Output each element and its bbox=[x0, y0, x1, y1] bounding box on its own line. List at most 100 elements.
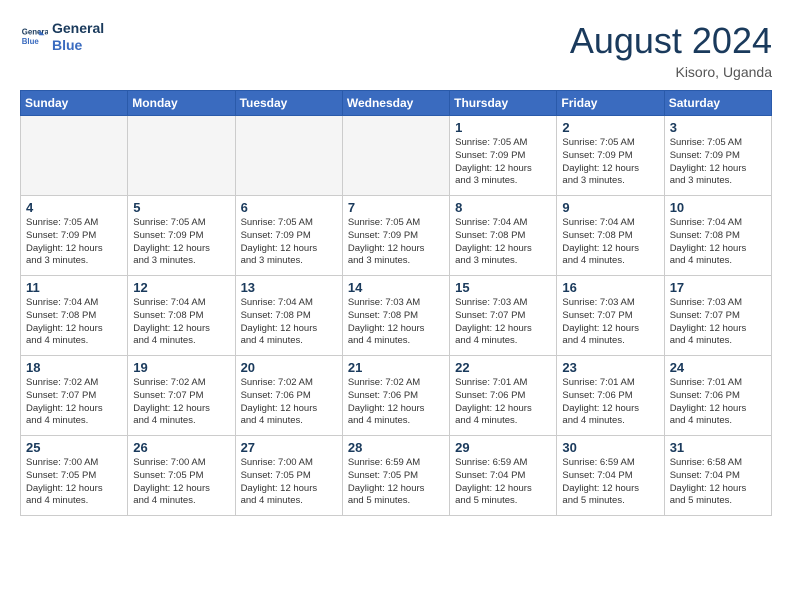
day-info: Sunrise: 7:05 AM Sunset: 7:09 PM Dayligh… bbox=[562, 137, 658, 188]
day-info: Sunrise: 6:58 AM Sunset: 7:04 PM Dayligh… bbox=[670, 457, 766, 508]
day-info: Sunrise: 7:04 AM Sunset: 7:08 PM Dayligh… bbox=[26, 297, 122, 348]
calendar-cell: 20Sunrise: 7:02 AM Sunset: 7:06 PM Dayli… bbox=[235, 356, 342, 436]
day-number: 10 bbox=[670, 200, 766, 215]
day-info: Sunrise: 7:04 AM Sunset: 7:08 PM Dayligh… bbox=[562, 217, 658, 268]
calendar-week-1: 1 Sunrise: 7:05 AM Sunset: 7:09 PM Daylig… bbox=[21, 116, 772, 196]
title-block: August 2024 Kisoro, Uganda bbox=[570, 20, 772, 80]
logo-text: General Blue bbox=[52, 20, 104, 54]
day-number: 21 bbox=[348, 360, 444, 375]
day-info: Sunrise: 7:02 AM Sunset: 7:07 PM Dayligh… bbox=[133, 377, 229, 428]
day-number: 6 bbox=[241, 200, 337, 215]
day-info: Sunrise: 7:00 AM Sunset: 7:05 PM Dayligh… bbox=[26, 457, 122, 508]
day-info: Sunrise: 7:04 AM Sunset: 7:08 PM Dayligh… bbox=[670, 217, 766, 268]
day-info: Sunrise: 7:01 AM Sunset: 7:06 PM Dayligh… bbox=[670, 377, 766, 428]
day-number: 14 bbox=[348, 280, 444, 295]
calendar-cell: 26 Sunrise: 7:00 AM Sunset: 7:05 PM Dayli… bbox=[128, 436, 235, 516]
calendar-cell: 12 Sunrise: 7:04 AM Sunset: 7:08 PM Dayli… bbox=[128, 276, 235, 356]
day-number: 16 bbox=[562, 280, 658, 295]
day-number: 27 bbox=[241, 440, 337, 455]
day-info: Sunrise: 7:04 AM Sunset: 7:08 PM Dayligh… bbox=[133, 297, 229, 348]
day-info: Sunrise: 6:59 AM Sunset: 7:04 PM Dayligh… bbox=[562, 457, 658, 508]
page-header: General Blue General Blue August 2024 Ki… bbox=[20, 20, 772, 80]
day-number: 3 bbox=[670, 120, 766, 135]
day-header-wednesday: Wednesday bbox=[342, 91, 449, 116]
day-number: 20 bbox=[241, 360, 337, 375]
logo: General Blue General Blue bbox=[20, 20, 104, 54]
day-number: 9 bbox=[562, 200, 658, 215]
calendar-cell: 11 Sunrise: 7:04 AM Sunset: 7:08 PM Dayli… bbox=[21, 276, 128, 356]
day-info: Sunrise: 7:04 AM Sunset: 7:08 PM Dayligh… bbox=[241, 297, 337, 348]
day-number: 18 bbox=[26, 360, 122, 375]
calendar-cell: 19 Sunrise: 7:02 AM Sunset: 7:07 PM Dayli… bbox=[128, 356, 235, 436]
calendar-cell: 15 Sunrise: 7:03 AM Sunset: 7:07 PM Dayli… bbox=[450, 276, 557, 356]
day-number: 23 bbox=[562, 360, 658, 375]
day-info: Sunrise: 7:03 AM Sunset: 7:07 PM Dayligh… bbox=[455, 297, 551, 348]
day-info: Sunrise: 7:01 AM Sunset: 7:06 PM Dayligh… bbox=[562, 377, 658, 428]
day-number: 30 bbox=[562, 440, 658, 455]
calendar-cell bbox=[128, 116, 235, 196]
calendar-cell bbox=[342, 116, 449, 196]
day-number: 1 bbox=[455, 120, 551, 135]
calendar-cell bbox=[235, 116, 342, 196]
calendar-cell: 2 Sunrise: 7:05 AM Sunset: 7:09 PM Daylig… bbox=[557, 116, 664, 196]
calendar-cell: 21 Sunrise: 7:02 AM Sunset: 7:06 PM Dayli… bbox=[342, 356, 449, 436]
day-header-thursday: Thursday bbox=[450, 91, 557, 116]
calendar-cell: 16 Sunrise: 7:03 AM Sunset: 7:07 PM Dayli… bbox=[557, 276, 664, 356]
day-number: 15 bbox=[455, 280, 551, 295]
day-header-monday: Monday bbox=[128, 91, 235, 116]
calendar-header-row: SundayMondayTuesdayWednesdayThursdayFrid… bbox=[21, 91, 772, 116]
calendar-cell: 7Sunrise: 7:05 AM Sunset: 7:09 PM Daylig… bbox=[342, 196, 449, 276]
calendar-cell bbox=[21, 116, 128, 196]
day-number: 13 bbox=[241, 280, 337, 295]
day-number: 31 bbox=[670, 440, 766, 455]
calendar-cell: 17Sunrise: 7:03 AM Sunset: 7:07 PM Dayli… bbox=[664, 276, 771, 356]
day-number: 28 bbox=[348, 440, 444, 455]
logo-line2: Blue bbox=[52, 37, 82, 53]
day-number: 19 bbox=[133, 360, 229, 375]
calendar-cell: 30 Sunrise: 6:59 AM Sunset: 7:04 PM Dayli… bbox=[557, 436, 664, 516]
calendar-cell: 28Sunrise: 6:59 AM Sunset: 7:05 PM Dayli… bbox=[342, 436, 449, 516]
day-info: Sunrise: 7:02 AM Sunset: 7:06 PM Dayligh… bbox=[348, 377, 444, 428]
calendar-cell: 4Sunrise: 7:05 AM Sunset: 7:09 PM Daylig… bbox=[21, 196, 128, 276]
day-info: Sunrise: 7:00 AM Sunset: 7:05 PM Dayligh… bbox=[241, 457, 337, 508]
day-info: Sunrise: 7:02 AM Sunset: 7:07 PM Dayligh… bbox=[26, 377, 122, 428]
day-header-friday: Friday bbox=[557, 91, 664, 116]
day-info: Sunrise: 7:05 AM Sunset: 7:09 PM Dayligh… bbox=[455, 137, 551, 188]
day-number: 24 bbox=[670, 360, 766, 375]
day-number: 29 bbox=[455, 440, 551, 455]
day-info: Sunrise: 7:05 AM Sunset: 7:09 PM Dayligh… bbox=[241, 217, 337, 268]
calendar-cell: 27 Sunrise: 7:00 AM Sunset: 7:05 PM Dayli… bbox=[235, 436, 342, 516]
day-info: Sunrise: 7:05 AM Sunset: 7:09 PM Dayligh… bbox=[26, 217, 122, 268]
day-info: Sunrise: 7:05 AM Sunset: 7:09 PM Dayligh… bbox=[670, 137, 766, 188]
day-info: Sunrise: 7:00 AM Sunset: 7:05 PM Dayligh… bbox=[133, 457, 229, 508]
calendar-cell: 25 Sunrise: 7:00 AM Sunset: 7:05 PM Dayli… bbox=[21, 436, 128, 516]
day-info: Sunrise: 7:03 AM Sunset: 7:07 PM Dayligh… bbox=[670, 297, 766, 348]
calendar-cell: 18 Sunrise: 7:02 AM Sunset: 7:07 PM Dayli… bbox=[21, 356, 128, 436]
day-info: Sunrise: 7:01 AM Sunset: 7:06 PM Dayligh… bbox=[455, 377, 551, 428]
calendar-cell: 31 Sunrise: 6:58 AM Sunset: 7:04 PM Dayli… bbox=[664, 436, 771, 516]
day-header-saturday: Saturday bbox=[664, 91, 771, 116]
calendar-cell: 8Sunrise: 7:04 AM Sunset: 7:08 PM Daylig… bbox=[450, 196, 557, 276]
day-info: Sunrise: 7:04 AM Sunset: 7:08 PM Dayligh… bbox=[455, 217, 551, 268]
day-header-sunday: Sunday bbox=[21, 91, 128, 116]
calendar-week-3: 11 Sunrise: 7:04 AM Sunset: 7:08 PM Dayli… bbox=[21, 276, 772, 356]
day-number: 25 bbox=[26, 440, 122, 455]
day-number: 26 bbox=[133, 440, 229, 455]
day-info: Sunrise: 7:05 AM Sunset: 7:09 PM Dayligh… bbox=[133, 217, 229, 268]
day-info: Sunrise: 7:03 AM Sunset: 7:07 PM Dayligh… bbox=[562, 297, 658, 348]
day-number: 2 bbox=[562, 120, 658, 135]
calendar-cell: 1 Sunrise: 7:05 AM Sunset: 7:09 PM Daylig… bbox=[450, 116, 557, 196]
calendar-cell: 3 Sunrise: 7:05 AM Sunset: 7:09 PM Daylig… bbox=[664, 116, 771, 196]
calendar-cell: 14Sunrise: 7:03 AM Sunset: 7:08 PM Dayli… bbox=[342, 276, 449, 356]
day-number: 12 bbox=[133, 280, 229, 295]
day-number: 11 bbox=[26, 280, 122, 295]
calendar-cell: 22 Sunrise: 7:01 AM Sunset: 7:06 PM Dayli… bbox=[450, 356, 557, 436]
day-header-tuesday: Tuesday bbox=[235, 91, 342, 116]
calendar-cell: 24 Sunrise: 7:01 AM Sunset: 7:06 PM Dayli… bbox=[664, 356, 771, 436]
day-number: 22 bbox=[455, 360, 551, 375]
calendar-week-5: 25 Sunrise: 7:00 AM Sunset: 7:05 PM Dayli… bbox=[21, 436, 772, 516]
calendar-cell: 29Sunrise: 6:59 AM Sunset: 7:04 PM Dayli… bbox=[450, 436, 557, 516]
day-info: Sunrise: 7:05 AM Sunset: 7:09 PM Dayligh… bbox=[348, 217, 444, 268]
calendar-cell: 5Sunrise: 7:05 AM Sunset: 7:09 PM Daylig… bbox=[128, 196, 235, 276]
calendar-cell: 6 Sunrise: 7:05 AM Sunset: 7:09 PM Daylig… bbox=[235, 196, 342, 276]
